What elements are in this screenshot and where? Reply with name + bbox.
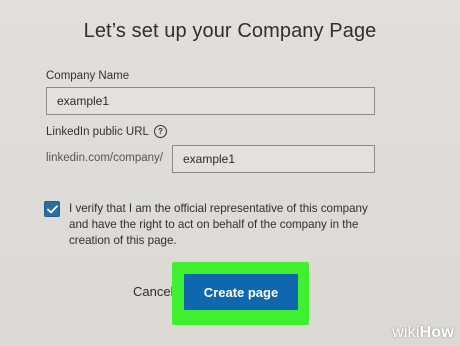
company-page-setup-form: Let’s set up your Company Page Company N… bbox=[0, 0, 460, 346]
cancel-button[interactable]: Cancel bbox=[133, 284, 173, 299]
watermark-how: How bbox=[419, 324, 454, 341]
checkmark-icon bbox=[46, 204, 58, 213]
page-title: Let’s set up your Company Page bbox=[83, 20, 377, 42]
company-name-input[interactable]: example1 bbox=[46, 87, 375, 115]
company-name-value: example1 bbox=[57, 94, 110, 108]
url-prefix: linkedin.com/company/ bbox=[46, 152, 163, 164]
wikihow-watermark: wikiHow bbox=[392, 324, 454, 342]
public-url-label: LinkedIn public URL bbox=[46, 125, 149, 138]
help-icon[interactable]: ? bbox=[153, 125, 167, 138]
public-url-value: example1 bbox=[183, 152, 236, 166]
create-page-button[interactable]: Create page bbox=[184, 274, 298, 310]
company-name-label: Company Name bbox=[46, 70, 130, 82]
public-url-input[interactable]: example1 bbox=[172, 145, 375, 173]
public-url-label-row: LinkedIn public URL ? bbox=[46, 125, 167, 138]
verify-checkbox[interactable] bbox=[44, 201, 60, 217]
verify-statement: I verify that I am the official represen… bbox=[69, 202, 368, 247]
watermark-wiki: wiki bbox=[392, 324, 420, 341]
